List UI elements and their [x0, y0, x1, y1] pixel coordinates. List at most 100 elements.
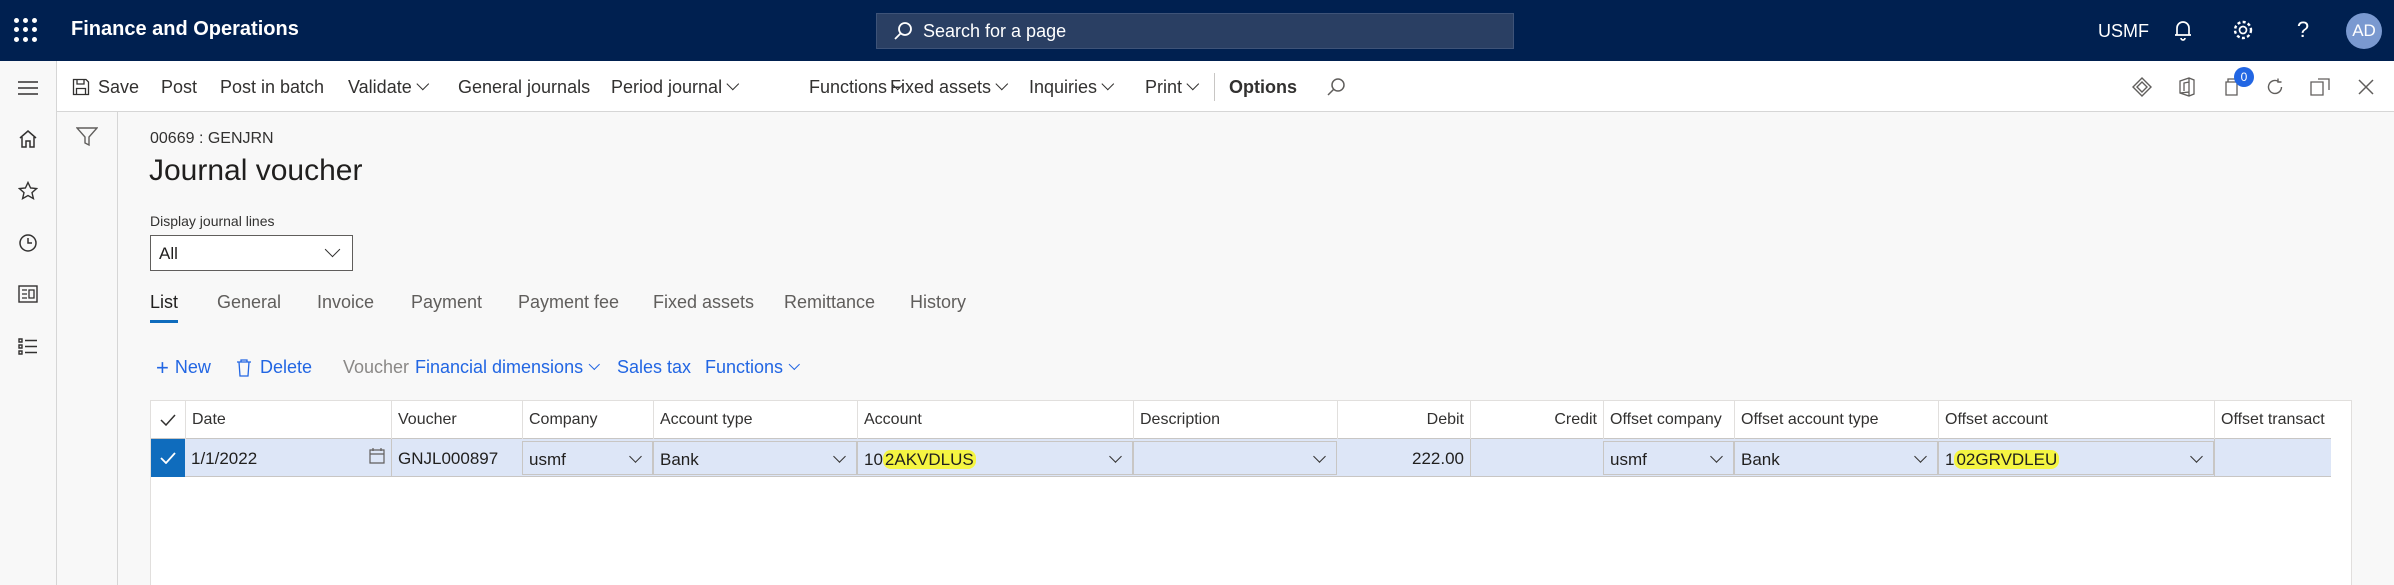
top-navigation-bar: Finance and Operations Search for a page…: [0, 0, 2394, 61]
tab-history[interactable]: History: [910, 292, 966, 313]
gear-icon[interactable]: [2228, 15, 2258, 45]
journal-caption: 00669 : GENJRN: [150, 130, 274, 147]
delete-line-button[interactable]: Delete: [236, 357, 312, 378]
account-cell[interactable]: 10 2AKVDLUS: [857, 441, 1133, 475]
filter-icon[interactable]: [75, 127, 99, 152]
voucher-cell[interactable]: GNJL000897: [391, 439, 522, 477]
avatar[interactable]: AD: [2346, 13, 2382, 49]
filter-pane: [57, 112, 118, 585]
tab-invoice[interactable]: Invoice: [317, 292, 374, 313]
account-type-cell[interactable]: Bank: [653, 441, 857, 475]
calendar-icon[interactable]: [369, 448, 385, 464]
home-icon[interactable]: [13, 124, 43, 154]
action-search-icon[interactable]: [1322, 73, 1350, 101]
chevron-down-icon: [1101, 77, 1115, 90]
column-header-voucher[interactable]: Voucher: [391, 401, 522, 439]
action-pane: Save Post Post in batch Validate General…: [57, 61, 2394, 112]
voucher-button[interactable]: Voucher: [343, 357, 409, 378]
tab-payment-fee[interactable]: Payment fee: [518, 292, 619, 313]
description-cell[interactable]: [1133, 441, 1337, 475]
chevron-down-icon: [995, 77, 1009, 90]
chevron-down-icon: [629, 450, 642, 463]
sales-tax-button[interactable]: Sales tax: [617, 357, 691, 378]
chevron-down-icon: [833, 450, 846, 463]
column-header-date[interactable]: Date: [185, 401, 391, 439]
chevron-down-icon: [588, 358, 601, 370]
display-journal-lines-select[interactable]: All: [150, 235, 353, 271]
tab-payment[interactable]: Payment: [411, 292, 482, 313]
debit-cell[interactable]: 222.00: [1337, 439, 1470, 477]
column-header-offset-account-type[interactable]: Offset account type: [1734, 401, 1938, 439]
page-title: Journal voucher: [149, 154, 363, 187]
column-header-credit[interactable]: Credit: [1470, 401, 1603, 439]
inquiries-menu[interactable]: Inquiries: [1029, 75, 1115, 99]
journal-lines-grid: Date Voucher Company Account type Accoun…: [150, 400, 2352, 585]
chevron-down-icon: [416, 77, 429, 90]
power-apps-icon[interactable]: [2128, 73, 2156, 101]
functions-menu[interactable]: Functions: [809, 75, 905, 99]
company-cell[interactable]: usmf: [522, 441, 653, 475]
post-in-batch-button[interactable]: Post in batch: [220, 75, 324, 99]
column-header-account[interactable]: Account: [857, 401, 1133, 439]
tab-remittance[interactable]: Remittance: [784, 292, 875, 313]
app-title[interactable]: Finance and Operations: [71, 18, 299, 41]
chevron-down-icon: [1186, 77, 1200, 90]
column-header-offset-company[interactable]: Offset company: [1603, 401, 1734, 439]
close-icon[interactable]: [2352, 73, 2380, 101]
company-picker[interactable]: USMF: [2098, 21, 2149, 42]
options-tab[interactable]: Options: [1229, 75, 1297, 99]
offset-transaction-cell[interactable]: [2214, 439, 2331, 477]
modules-list-icon[interactable]: [13, 331, 43, 361]
validate-menu[interactable]: Validate: [348, 75, 429, 99]
grid-functions-menu[interactable]: Functions: [705, 357, 800, 378]
chevron-down-icon: [1109, 450, 1122, 463]
refresh-icon[interactable]: [2261, 73, 2289, 101]
office-icon[interactable]: [2173, 73, 2201, 101]
clock-icon[interactable]: [13, 228, 43, 258]
column-header-company[interactable]: Company: [522, 401, 653, 439]
search-icon: [894, 22, 912, 40]
general-journals-button[interactable]: General journals: [458, 75, 590, 99]
credit-cell[interactable]: [1470, 439, 1603, 477]
grid-header-row: Date Voucher Company Account type Accoun…: [151, 401, 2331, 439]
workspaces-icon[interactable]: [13, 279, 43, 309]
chevron-down-icon: [1313, 450, 1326, 463]
save-button[interactable]: Save: [72, 75, 139, 99]
chevron-down-icon: [726, 77, 740, 90]
app-launcher-icon[interactable]: [14, 18, 38, 42]
search-input[interactable]: Search for a page: [876, 13, 1514, 49]
table-row[interactable]: 1/1/2022 GNJL000897 usmf Bank 10 2AKVDLUS…: [151, 439, 2331, 477]
plus-icon: +: [156, 354, 169, 380]
tab-fixed-assets[interactable]: Fixed assets: [653, 292, 754, 313]
column-header-offset-transaction[interactable]: Offset transact: [2214, 401, 2331, 439]
bell-icon[interactable]: [2168, 15, 2198, 45]
hamburger-menu-icon[interactable]: [13, 73, 43, 103]
chevron-down-icon: [2190, 450, 2203, 463]
offset-account-cell[interactable]: 1 02GRVDLEU: [1938, 441, 2214, 475]
financial-dimensions-menu[interactable]: Financial dimensions: [415, 357, 601, 378]
select-all-checkbox[interactable]: [151, 401, 185, 439]
column-header-offset-account[interactable]: Offset account: [1938, 401, 2214, 439]
offset-account-type-cell[interactable]: Bank: [1734, 441, 1938, 475]
checkmark-icon: [160, 452, 176, 464]
post-button[interactable]: Post: [161, 75, 197, 99]
offset-account-highlight: 02GRVDLEU: [1954, 450, 2060, 469]
offset-company-cell[interactable]: usmf: [1603, 441, 1734, 475]
print-menu[interactable]: Print: [1145, 75, 1200, 99]
star-icon[interactable]: [13, 176, 43, 206]
chevron-down-icon: [788, 358, 800, 370]
tab-list[interactable]: List: [150, 292, 178, 313]
display-journal-lines-value: All: [159, 244, 178, 263]
row-selected-checkbox[interactable]: [151, 439, 185, 477]
column-header-debit[interactable]: Debit: [1337, 401, 1470, 439]
column-header-description[interactable]: Description: [1133, 401, 1337, 439]
trash-icon: [237, 358, 251, 377]
column-header-account-type[interactable]: Account type: [653, 401, 857, 439]
tab-general[interactable]: General: [217, 292, 281, 313]
new-line-button[interactable]: + New: [156, 354, 211, 380]
open-new-window-icon[interactable]: [2306, 73, 2334, 101]
help-icon[interactable]: ?: [2288, 15, 2318, 45]
period-journal-menu[interactable]: Period journal: [611, 75, 740, 99]
date-cell[interactable]: 1/1/2022: [185, 439, 391, 477]
fixed-assets-menu[interactable]: Fixed assets: [890, 75, 1009, 99]
